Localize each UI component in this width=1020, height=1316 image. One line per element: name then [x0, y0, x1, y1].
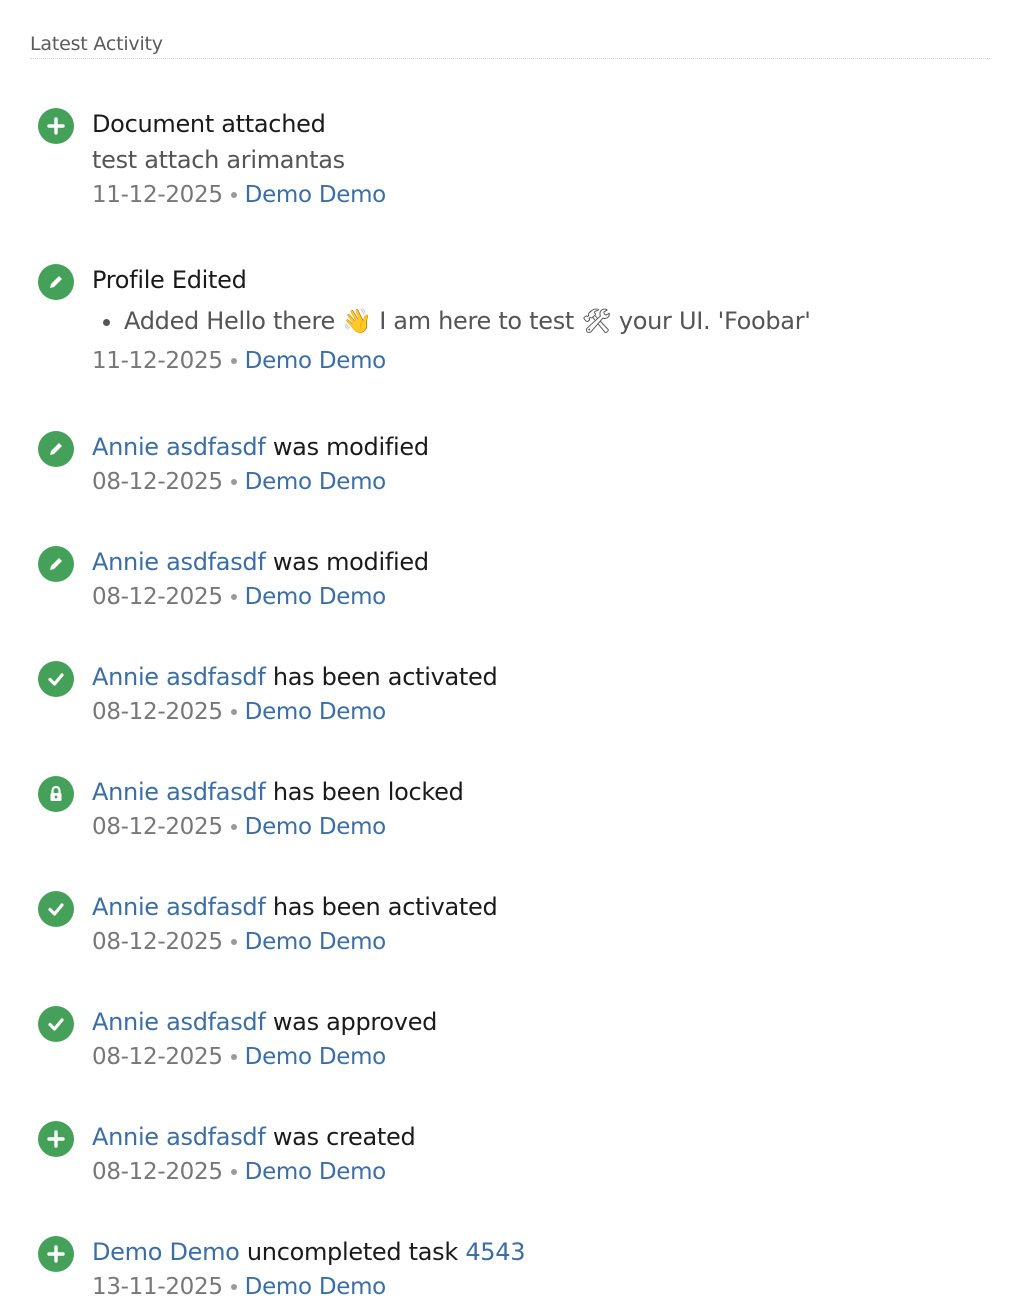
author-link[interactable]: Demo Demo [245, 1274, 387, 1300]
activity-date: 08-12-2025 [92, 929, 223, 955]
subject-link[interactable]: Annie asdfasdf [92, 663, 266, 691]
pencil-icon [38, 431, 74, 467]
activity-action: was modified [265, 433, 429, 461]
activity-meta: 08-12-2025 Demo Demo [92, 695, 972, 729]
activity-date: 08-12-2025 [92, 1159, 223, 1185]
activity-title: Profile Edited [92, 266, 247, 294]
plus-icon [38, 1236, 74, 1272]
activity-action: has been locked [265, 778, 464, 806]
activity-date: 08-12-2025 [92, 469, 223, 495]
activity-meta: 08-12-2025 Demo Demo [92, 925, 972, 959]
section-header: Latest Activity [30, 30, 990, 59]
activity-action: has been activated [265, 893, 498, 921]
activity-title: Document attached [92, 110, 326, 138]
activity-date: 11-12-2025 [92, 182, 223, 208]
activity-title: Annie asdfasdf was modified [92, 429, 972, 465]
activity-action: was modified [265, 548, 429, 576]
subject-link[interactable]: Annie asdfasdf [92, 548, 266, 576]
subject-link[interactable]: Annie asdfasdf [92, 433, 266, 461]
separator-dot [230, 478, 237, 485]
separator-dot [230, 357, 237, 364]
author-link[interactable]: Demo Demo [245, 584, 387, 610]
activity-action: was approved [265, 1008, 438, 1036]
activity-meta: 08-12-2025 Demo Demo [92, 1155, 972, 1189]
pencil-icon [38, 546, 74, 582]
activity-meta: 08-12-2025 Demo Demo [92, 465, 972, 499]
activity-title: Annie asdfasdf has been locked [92, 774, 972, 810]
activity-meta: 08-12-2025 Demo Demo [92, 580, 972, 614]
change-list-item: Added Hello there 👋 I am here to test 🛠 … [124, 302, 972, 340]
activity-meta: 11-12-2025 Demo Demo [92, 178, 972, 212]
check-icon [38, 661, 74, 697]
activity-title: Annie asdfasdf has been activated [92, 659, 972, 695]
task-link[interactable]: 4543 [465, 1238, 525, 1266]
plus-icon [38, 1121, 74, 1157]
activity-date: 11-12-2025 [92, 348, 223, 374]
check-icon [38, 1006, 74, 1042]
plus-icon [38, 108, 74, 144]
check-icon [38, 891, 74, 927]
subject-link[interactable]: Annie asdfasdf [92, 778, 266, 806]
author-link[interactable]: Demo Demo [245, 348, 387, 374]
activity-date: 08-12-2025 [92, 699, 223, 725]
separator-dot [230, 593, 237, 600]
activity-title: Annie asdfasdf was created [92, 1119, 972, 1155]
separator-dot [230, 1283, 237, 1290]
activity-subtitle: test attach arimantas [92, 146, 345, 174]
separator-dot [230, 191, 237, 198]
separator-dot [230, 938, 237, 945]
activity-title: Demo Demo uncompleted task 4543 [92, 1234, 972, 1270]
author-link[interactable]: Demo Demo [245, 182, 387, 208]
activity-date: 13-11-2025 [92, 1274, 223, 1300]
author-link[interactable]: Demo Demo [245, 929, 387, 955]
activity-meta: 08-12-2025 Demo Demo [92, 810, 972, 844]
author-link[interactable]: Demo Demo [245, 814, 387, 840]
activity-title: Annie asdfasdf was approved [92, 1004, 972, 1040]
activity-action: was created [265, 1123, 416, 1151]
separator-dot [230, 1168, 237, 1175]
change-list: Added Hello there 👋 I am here to test 🛠 … [92, 302, 972, 340]
activity-title: Annie asdfasdf has been activated [92, 889, 972, 925]
author-link[interactable]: Demo Demo [245, 1159, 387, 1185]
subject-link[interactable]: Annie asdfasdf [92, 1123, 266, 1151]
separator-dot [230, 1053, 237, 1060]
author-link[interactable]: Demo Demo [245, 469, 387, 495]
activity-date: 08-12-2025 [92, 584, 223, 610]
activity-title: Annie asdfasdf was modified [92, 544, 972, 580]
separator-dot [230, 708, 237, 715]
section-title: Latest Activity [30, 33, 163, 55]
activity-date: 08-12-2025 [92, 814, 223, 840]
lock-icon [38, 776, 74, 812]
author-link[interactable]: Demo Demo [245, 699, 387, 725]
activity-meta: 11-12-2025 Demo Demo [92, 344, 972, 378]
pencil-icon [38, 264, 74, 300]
separator-dot [230, 823, 237, 830]
subject-link[interactable]: Annie asdfasdf [92, 1008, 266, 1036]
author-link[interactable]: Demo Demo [245, 1044, 387, 1070]
subject-link[interactable]: Annie asdfasdf [92, 893, 266, 921]
activity-action: has been activated [265, 663, 498, 691]
activity-date: 08-12-2025 [92, 1044, 223, 1070]
activity-meta: 13-11-2025 Demo Demo [92, 1270, 972, 1304]
subject-link[interactable]: Demo Demo [92, 1238, 240, 1266]
activity-action: uncompleted task [239, 1238, 466, 1266]
activity-meta: 08-12-2025 Demo Demo [92, 1040, 972, 1074]
